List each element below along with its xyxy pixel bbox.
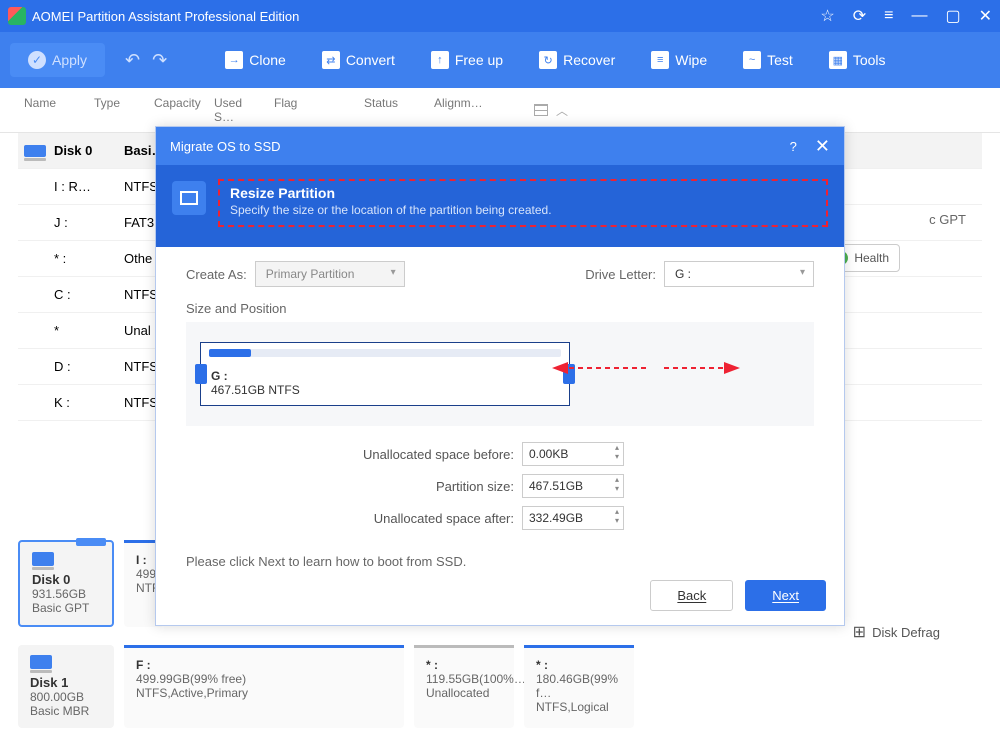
clone-icon: →	[225, 51, 243, 69]
slider-drive-name: G :	[211, 369, 300, 383]
convert-icon: ⇄	[322, 51, 340, 69]
main-toolbar: ✓ Apply ↶ ↷ →Clone⇄Convert↑Free up↻Recov…	[0, 32, 1000, 88]
tool-wipe[interactable]: ≡Wipe	[633, 43, 725, 77]
free up-icon: ↑	[431, 51, 449, 69]
disk1-unalloc[interactable]: * : 119.55GB(100%… Unallocated	[414, 645, 514, 728]
slider-handle-left[interactable]	[195, 364, 207, 384]
disk-icon	[24, 145, 46, 157]
dialog-header: Resize Partition Specify the size or the…	[156, 165, 844, 247]
unalloc-after-input[interactable]: 332.49GB	[522, 506, 624, 530]
header-subtitle: Specify the size or the location of the …	[230, 203, 552, 217]
col-status[interactable]: Status	[364, 96, 434, 124]
tool-convert[interactable]: ⇄Convert	[304, 43, 413, 77]
tool-recover[interactable]: ↻Recover	[521, 43, 633, 77]
window-title: AOMEI Partition Assistant Professional E…	[32, 9, 820, 24]
drive-letter-label: Drive Letter:	[585, 267, 656, 282]
recover-icon: ↻	[539, 51, 557, 69]
drive-letter-combo[interactable]: G :	[664, 261, 814, 287]
migrate-os-dialog: Migrate OS to SSD ? ✕ Resize Partition S…	[155, 126, 845, 626]
partition-size-label: Partition size:	[436, 479, 514, 494]
dialog-title: Migrate OS to SSD	[170, 139, 281, 154]
partition-size-input[interactable]: 467.51GB	[522, 474, 624, 498]
hint-text: Please click Next to learn how to boot f…	[186, 554, 814, 569]
menu-icon[interactable]: ≡	[884, 7, 893, 25]
col-align[interactable]: Alignm…	[434, 96, 504, 124]
undo-icon[interactable]: ↶	[125, 50, 140, 71]
view-list-icon[interactable]	[534, 104, 548, 116]
apply-button[interactable]: ✓ Apply	[10, 43, 105, 77]
partition-slider[interactable]: G : 467.51GB NTFS	[200, 342, 570, 406]
partition-slider-area: G : 467.51GB NTFS	[186, 322, 814, 426]
minimize-icon[interactable]: —	[911, 7, 927, 25]
disk-icon	[30, 655, 52, 669]
col-name[interactable]: Name	[24, 96, 94, 124]
redo-icon[interactable]: ↷	[152, 50, 167, 71]
disk1-card[interactable]: Disk 1 800.00GB Basic MBR	[18, 645, 114, 728]
next-button[interactable]: Next	[745, 580, 826, 611]
col-used[interactable]: Used S…	[214, 96, 274, 124]
disk1-part-logical[interactable]: * : 180.46GB(99% f… NTFS,Logical	[524, 645, 634, 728]
disk1-part-f[interactable]: F : 499.99GB(99% free) NTFS,Active,Prima…	[124, 645, 404, 728]
create-as-label: Create As:	[186, 267, 247, 282]
star-icon[interactable]: ☆	[820, 6, 834, 26]
resize-arrows-icon	[546, 358, 746, 378]
tool-free up[interactable]: ↑Free up	[413, 43, 521, 77]
tool-tools[interactable]: ▦Tools	[811, 43, 904, 77]
disk-icon	[32, 552, 54, 566]
col-capacity[interactable]: Capacity	[154, 96, 214, 124]
dialog-titlebar: Migrate OS to SSD ? ✕	[156, 127, 844, 165]
help-icon[interactable]: ?	[790, 139, 797, 154]
tool-test[interactable]: ~Test	[725, 43, 811, 77]
title-bar: AOMEI Partition Assistant Professional E…	[0, 0, 1000, 32]
tool-clone[interactable]: →Clone	[207, 43, 304, 77]
check-icon: ✓	[28, 51, 46, 69]
app-logo-icon	[8, 7, 26, 25]
maximize-icon[interactable]: ▢	[945, 6, 960, 26]
chevron-up-icon[interactable]: ︿	[556, 102, 568, 119]
disk-defrag-link[interactable]: Disk Defrag	[853, 622, 940, 642]
unalloc-before-input[interactable]: 0.00KB	[522, 442, 624, 466]
slider-drive-detail: 467.51GB NTFS	[211, 383, 300, 397]
header-title: Resize Partition	[230, 185, 816, 201]
close-icon[interactable]: ✕	[815, 136, 830, 157]
create-as-combo[interactable]: Primary Partition	[255, 261, 405, 287]
refresh-icon[interactable]: ⟳	[853, 6, 866, 26]
wipe-icon: ≡	[651, 51, 669, 69]
tools-icon: ▦	[829, 51, 847, 69]
apply-label: Apply	[52, 52, 87, 68]
close-icon[interactable]: ✕	[979, 6, 992, 26]
size-position-label: Size and Position	[186, 301, 814, 316]
col-flag[interactable]: Flag	[274, 96, 364, 124]
disk0-card[interactable]: Disk 0 931.56GB Basic GPT	[18, 540, 114, 627]
partition-icon	[172, 181, 206, 215]
col-type[interactable]: Type	[94, 96, 154, 124]
back-button[interactable]: Back	[650, 580, 733, 611]
unalloc-after-label: Unallocated space after:	[374, 511, 514, 526]
scheme-text: c GPT	[929, 212, 966, 227]
test-icon: ~	[743, 51, 761, 69]
unalloc-before-label: Unallocated space before:	[363, 447, 514, 462]
